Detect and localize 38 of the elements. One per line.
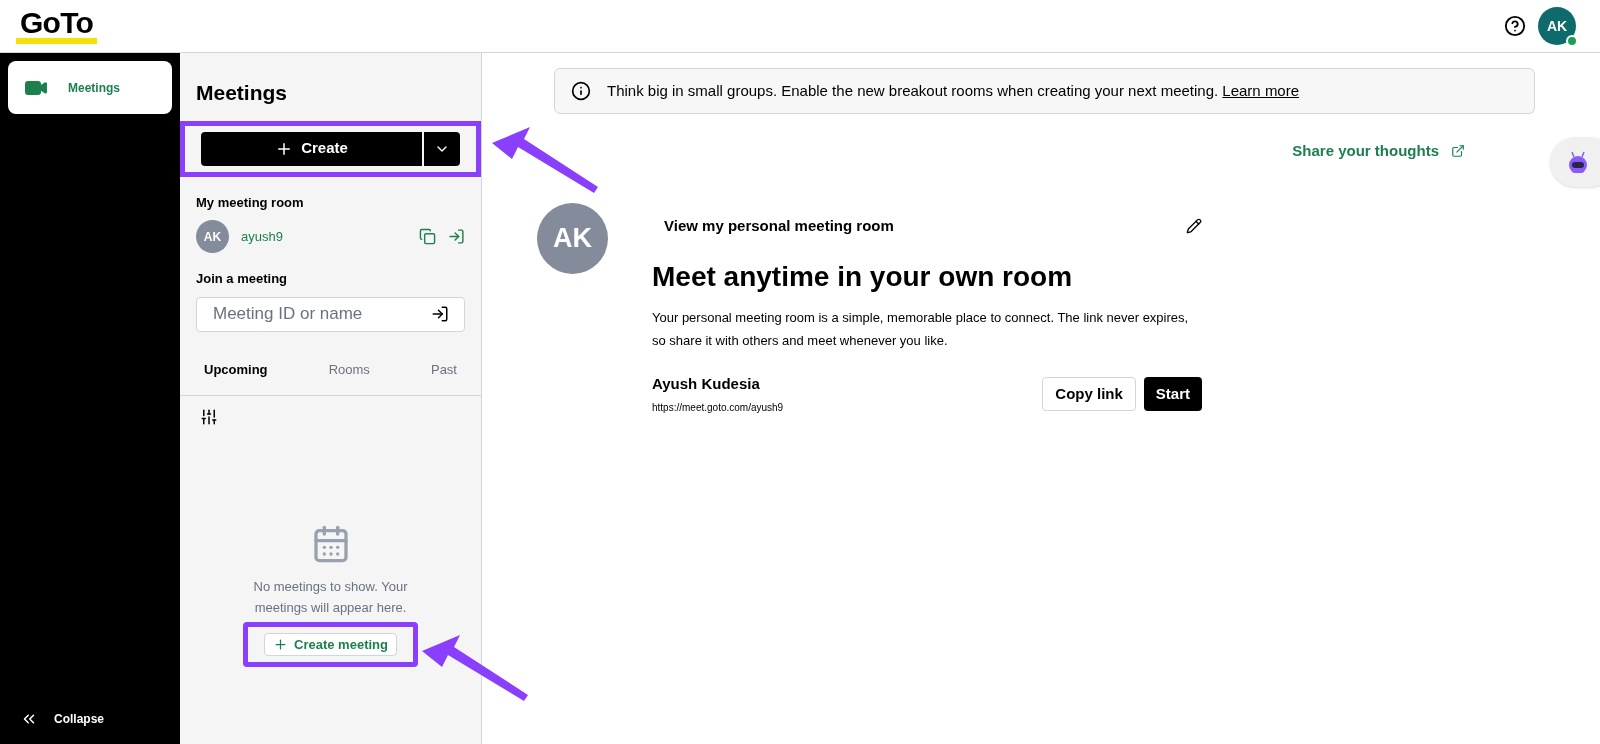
copy-icon[interactable]: [419, 228, 436, 245]
room-url: https://meet.goto.com/ayush9: [652, 400, 784, 415]
user-avatar[interactable]: AK: [1538, 7, 1576, 45]
nav-item[interactable]: Meetings: [8, 61, 172, 114]
user-avatar: AK: [537, 202, 608, 274]
section-heading: Join a meeting: [196, 270, 289, 288]
info-icon: [571, 81, 591, 101]
plus-icon: [273, 637, 289, 652]
section-heading: My meeting room: [196, 193, 305, 212]
tab[interactable]: Upcoming: [204, 359, 268, 379]
logo[interactable]: GoTo: [16, 8, 98, 44]
create-meeting-button[interactable]: Create meeting: [264, 633, 397, 656]
room-name[interactable]: ayush9: [241, 226, 283, 247]
share-thoughts-link[interactable]: Share your thoughts: [1292, 140, 1465, 163]
filter-icon[interactable]: [200, 408, 218, 426]
create-button[interactable]: Create: [201, 131, 422, 166]
assistant-bubble[interactable]: [1550, 137, 1600, 187]
edit-icon[interactable]: [1186, 217, 1202, 234]
help-icon[interactable]: [1504, 15, 1526, 37]
personal-room-link[interactable]: View my personal meeting room: [652, 214, 894, 237]
owner-name: Ayush Kudesia: [652, 374, 761, 394]
create-dropdown-button[interactable]: [424, 131, 460, 166]
tab[interactable]: Rooms: [328, 359, 370, 379]
start-button[interactable]: Start: [1143, 376, 1202, 411]
empty-message: No meetings to show. Your meetings will appear here.: [252, 578, 409, 617]
panel-title: Meetings: [196, 80, 288, 106]
enter-icon[interactable]: [431, 304, 449, 323]
external-link-icon: [1451, 144, 1465, 159]
tab[interactable]: Past: [430, 359, 457, 379]
robot-icon: [1566, 151, 1590, 173]
collapse-button[interactable]: Collapse: [8, 702, 172, 736]
meeting-id-field[interactable]: Meeting ID or name: [196, 296, 465, 332]
learn-more-link[interactable]: Learn more: [1222, 81, 1300, 99]
copy-link-button[interactable]: Copy link: [1042, 376, 1136, 411]
banner-text: Think big in small groups. Enable the new breakout rooms when creating your next meeting. Learn more: [607, 80, 1300, 101]
room-title: Meet anytime in your own room: [652, 260, 1074, 294]
room-description: Your personal meeting room is a simple, memorable place to connect. The link never expires, so share it with others and meet whenever you like.: [652, 309, 1190, 350]
user-avatar: AK: [196, 220, 229, 253]
